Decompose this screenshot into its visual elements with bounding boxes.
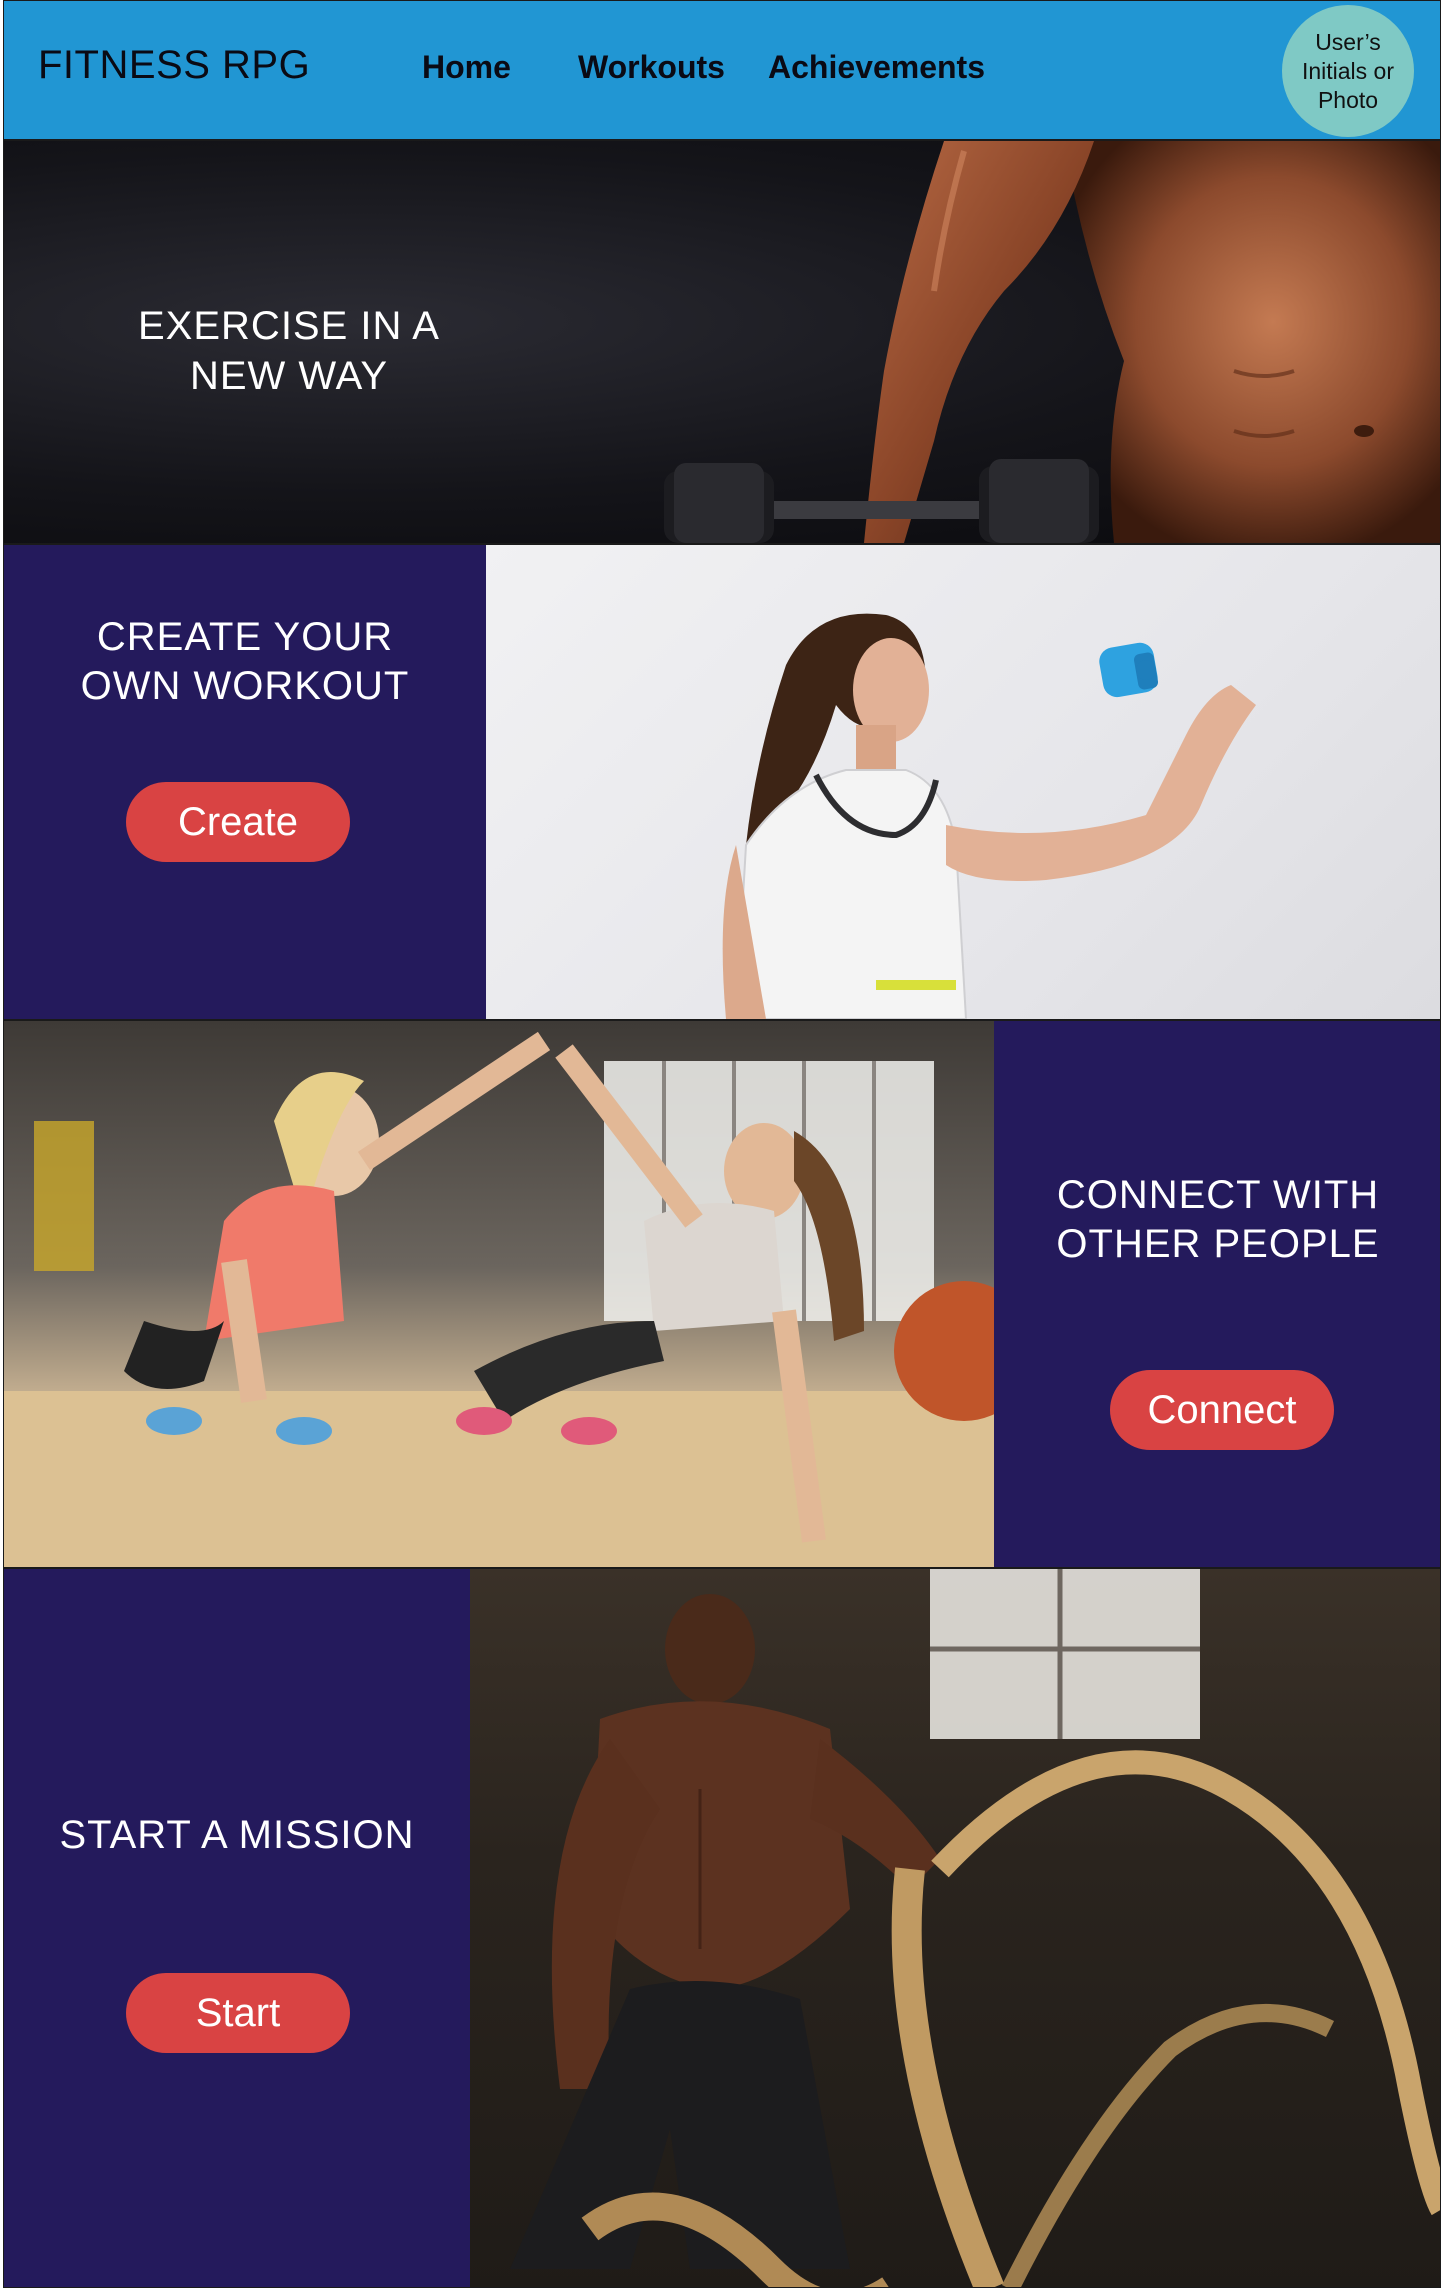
brand-logo[interactable]: FITNESS RPG bbox=[38, 43, 310, 88]
page-frame: FITNESS RPG Home Workouts Achievements U… bbox=[3, 0, 1441, 2288]
hero-banner: EXERCISE IN A NEW WAY bbox=[4, 141, 1440, 543]
start-mission-title: START A MISSION bbox=[59, 1813, 415, 1857]
nav-workouts-link[interactable]: Workouts bbox=[578, 49, 725, 86]
battle-rope-illustration bbox=[510, 1569, 1440, 2287]
friends-high-five-photo bbox=[4, 1021, 994, 1567]
top-nav-bar: FITNESS RPG Home Workouts Achievements U… bbox=[4, 1, 1440, 141]
nav-home-link[interactable]: Home bbox=[422, 49, 511, 86]
battle-rope-athlete-photo bbox=[470, 1569, 1440, 2287]
user-avatar[interactable]: User’s Initials or Photo bbox=[1282, 5, 1414, 137]
connect-people-panel: CONNECT WITH OTHER PEOPLE Connect bbox=[994, 1021, 1440, 1567]
gym-high-five-illustration bbox=[4, 1031, 994, 1567]
create-workout-title: CREATE YOUR OWN WORKOUT bbox=[80, 615, 410, 708]
start-button[interactable]: Start bbox=[126, 1973, 350, 2053]
connect-people-title: CONNECT WITH OTHER PEOPLE bbox=[1056, 1173, 1380, 1266]
connect-button[interactable]: Connect bbox=[1110, 1370, 1334, 1450]
woman-dumbbell-photo bbox=[486, 545, 1440, 1019]
nav-achievements-link[interactable]: Achievements bbox=[768, 49, 985, 86]
hero-title: EXERCISE IN A NEW WAY bbox=[138, 304, 440, 398]
create-workout-panel: CREATE YOUR OWN WORKOUT Create bbox=[4, 545, 486, 1019]
start-mission-panel: START A MISSION Start bbox=[4, 1569, 470, 2287]
avatar-label: User’s Initials or Photo bbox=[1301, 28, 1395, 113]
woman-curl-illustration bbox=[722, 613, 1256, 1019]
create-button[interactable]: Create bbox=[126, 782, 350, 862]
